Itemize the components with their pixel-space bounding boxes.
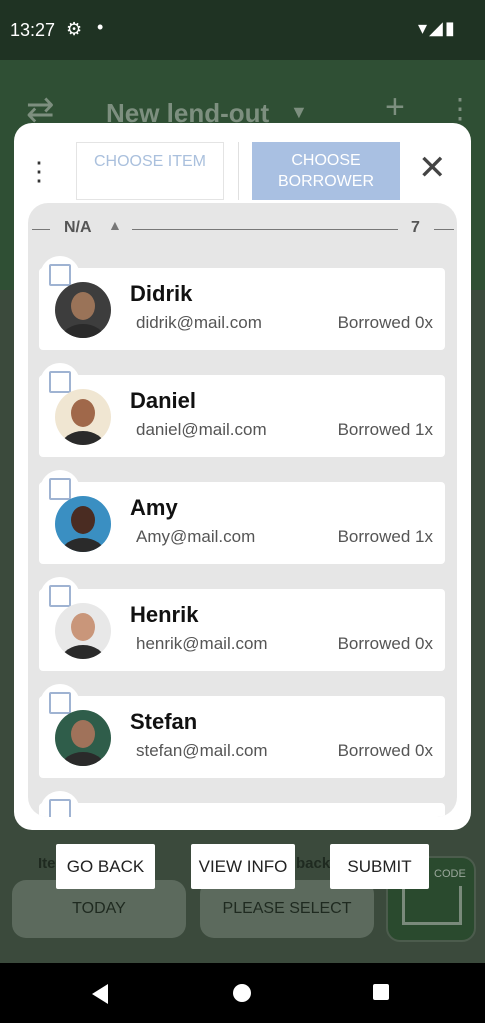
divider [32, 229, 50, 230]
borrower-list[interactable]: N/A ▲ 7 Didrik didrik@mail.com Borrowed 0x… [28, 203, 457, 817]
avatar [55, 389, 111, 445]
select-checkbox[interactable] [49, 692, 71, 714]
view-info-button[interactable]: VIEW INFO [191, 844, 295, 889]
collapse-caret-icon[interactable]: ▲ [108, 217, 122, 233]
add-icon[interactable]: + [385, 88, 405, 127]
avatar [55, 282, 111, 338]
select-checkbox[interactable] [49, 585, 71, 607]
close-icon[interactable]: ✕ [418, 148, 447, 188]
recents-nav-icon[interactable] [373, 984, 389, 1000]
select-checkbox[interactable] [49, 799, 71, 817]
go-back-button[interactable]: GO BACK [56, 844, 155, 889]
borrower-email: didrik@mail.com [136, 313, 262, 332]
home-nav-icon[interactable] [233, 984, 251, 1002]
borrowed-count: Borrowed 0x [337, 634, 433, 653]
borrowed-count: Borrowed 1x [337, 527, 433, 546]
submit-button[interactable]: SUBMIT [330, 844, 429, 889]
borrower-name: Daniel [130, 388, 197, 413]
divider [132, 229, 398, 230]
borrower-email: daniel@mail.com [136, 420, 267, 439]
borrowed-count: Borrowed 1x [337, 420, 433, 439]
divider [434, 229, 454, 230]
select-checkbox[interactable] [49, 264, 71, 286]
dialog-menu-icon[interactable]: ⋮ [26, 156, 52, 187]
borrower-email: henrik@mail.com [136, 634, 268, 653]
select-checkbox[interactable] [49, 371, 71, 393]
tab-choose-item[interactable]: CHOOSE ITEM [76, 142, 224, 200]
scan-code-label: CODE [434, 868, 466, 880]
borrower-name: Amy [130, 495, 178, 520]
settings-gear-icon: ⚙ [66, 19, 83, 39]
avatar [55, 496, 111, 552]
borrower-email: Amy@mail.com [136, 527, 256, 546]
status-time: 13:27 [10, 20, 56, 40]
select-checkbox[interactable] [49, 478, 71, 500]
group-label: N/A [64, 219, 92, 236]
borrower-name: Didrik [130, 281, 193, 306]
feedback-label: back [296, 855, 331, 872]
tab-choose-borrower[interactable]: CHOOSE BORROWER [252, 142, 400, 200]
download-icon [402, 886, 462, 925]
item-label: Ite [38, 855, 56, 872]
overflow-menu-icon[interactable]: ⋮ [446, 92, 474, 125]
system-status-icons: ▾◢▮ [418, 18, 457, 38]
avatar [55, 603, 111, 659]
group-header[interactable]: N/A ▲ 7 [28, 215, 457, 243]
borrower-row[interactable] [39, 803, 445, 817]
borrowed-count: Borrowed 0x [337, 313, 433, 332]
borrower-name: Henrik [130, 602, 199, 627]
title-dropdown-icon[interactable]: ▼ [290, 102, 308, 123]
tab-divider [238, 142, 239, 200]
notification-dot-icon: • [97, 17, 104, 37]
borrower-email: stefan@mail.com [136, 741, 268, 760]
back-nav-icon[interactable] [92, 984, 108, 1004]
borrower-name: Stefan [130, 709, 198, 734]
borrowed-count: Borrowed 0x [337, 741, 433, 760]
status-bar: 13:27 ⚙ • ▾◢▮ [0, 0, 485, 60]
group-count: 7 [411, 219, 420, 236]
avatar [55, 710, 111, 766]
